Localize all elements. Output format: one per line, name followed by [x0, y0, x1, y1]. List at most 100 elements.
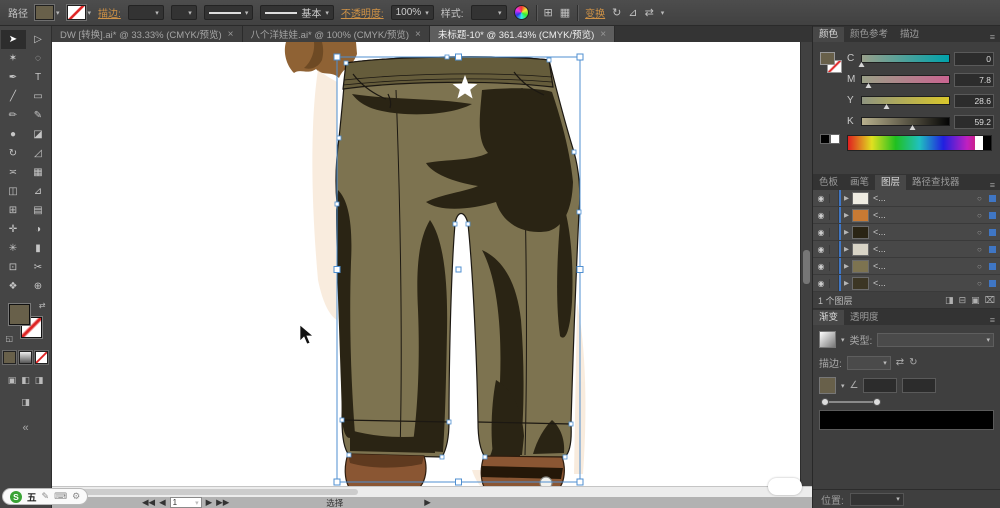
layer-row[interactable]: ◉ ▶ <... ○	[813, 275, 1000, 292]
tab-gradient[interactable]: 渐变	[813, 310, 844, 325]
transform-panel-link[interactable]: 变换	[585, 5, 605, 20]
target-icon[interactable]: ○	[977, 279, 989, 288]
expand-icon[interactable]: ▶	[841, 245, 852, 253]
brush-definition-dropdown[interactable]: 基本 ▾	[260, 5, 334, 20]
color-button[interactable]	[3, 351, 16, 364]
expand-icon[interactable]: ▶	[841, 211, 852, 219]
none-button[interactable]	[35, 351, 48, 364]
cyan-value-field[interactable]: 0	[954, 52, 994, 66]
tool-line-segment[interactable]: ╱	[1, 87, 26, 106]
expand-icon[interactable]: ▶	[841, 228, 852, 236]
width-profile-dropdown[interactable]: ▾	[204, 5, 254, 20]
yellow-value-field[interactable]: 28.6	[954, 94, 994, 108]
ime-mode-button[interactable]: 五	[27, 490, 37, 504]
visibility-eye-icon[interactable]: ◉	[813, 245, 830, 254]
visibility-eye-icon[interactable]: ◉	[813, 262, 830, 271]
tool-mesh[interactable]: ⊞	[1, 201, 26, 220]
rotate-icon[interactable]: ↻	[612, 6, 621, 19]
layer-row[interactable]: ◉ ▶ <... ○	[813, 190, 1000, 207]
slider-handle[interactable]	[910, 125, 916, 130]
swap-fill-stroke-icon[interactable]: ⇄	[39, 301, 46, 310]
style-dropdown[interactable]: ▾	[471, 5, 507, 20]
recolor-artwork-icon[interactable]	[514, 5, 529, 20]
expand-icon[interactable]: ▶	[841, 262, 852, 270]
prev-artboard-icon[interactable]: ◀	[159, 497, 166, 508]
panel-menu-icon[interactable]: ≡	[985, 180, 1000, 190]
layer-row[interactable]: ◉ ▶ <... ○	[813, 241, 1000, 258]
gradient-stop[interactable]	[873, 398, 881, 406]
target-icon[interactable]: ○	[977, 228, 989, 237]
magenta-value-field[interactable]: 7.8	[954, 73, 994, 87]
first-artboard-icon[interactable]: ◀◀	[142, 497, 155, 508]
tab-untitled-10[interactable]: 未标题-10* @ 361.43% (CMYK/预览) ×	[430, 26, 615, 42]
black-slider[interactable]	[861, 117, 950, 126]
tool-symbol-sprayer[interactable]: ✳	[1, 239, 26, 258]
shoes[interactable]	[345, 454, 564, 486]
selection-chip[interactable]	[989, 212, 996, 219]
selection-chip[interactable]	[989, 229, 996, 236]
artboard-canvas[interactable]	[52, 42, 800, 486]
tool-slice[interactable]: ✂	[26, 258, 51, 277]
tool-magic-wand[interactable]: ✶	[1, 49, 26, 68]
layer-row[interactable]: ◉ ▶ <... ○	[813, 207, 1000, 224]
vertical-scrollbar[interactable]	[800, 42, 812, 486]
tool-blob-brush[interactable]: ●	[1, 125, 26, 144]
gradient-aspect-field[interactable]	[902, 378, 936, 393]
draw-inside-icon[interactable]: ◨	[35, 375, 44, 386]
visibility-eye-icon[interactable]: ◉	[813, 211, 830, 220]
tab-transparency[interactable]: 透明度	[844, 310, 885, 325]
slider-handle[interactable]	[859, 62, 865, 67]
expand-icon[interactable]: ▶	[841, 194, 852, 202]
default-fill-stroke-icon[interactable]: ◱	[6, 334, 14, 343]
visibility-eye-icon[interactable]: ◉	[813, 279, 830, 288]
tool-pencil[interactable]: ✎	[26, 106, 51, 125]
flip-icon[interactable]: ⇄	[645, 6, 654, 19]
gradient-preview-swatch[interactable]	[819, 331, 836, 348]
stroke-profile-dropdown[interactable]: ▾	[171, 5, 197, 20]
fill-indicator[interactable]	[9, 304, 30, 325]
tool-hand[interactable]: ❖	[1, 277, 26, 296]
chevron-down-icon[interactable]: ▾	[841, 382, 845, 390]
black-ramp-end[interactable]	[983, 136, 991, 150]
gradient-angle-field[interactable]	[863, 378, 897, 393]
tool-selection[interactable]: ➤	[1, 30, 26, 49]
tool-eraser[interactable]: ◪	[26, 125, 51, 144]
align-icon[interactable]: ⊞	[544, 6, 553, 19]
black-value-field[interactable]: 59.2	[954, 115, 994, 129]
reverse-gradient-icon[interactable]: ⇄	[896, 357, 904, 368]
tool-width[interactable]: ≍	[1, 163, 26, 182]
lock-cell[interactable]	[830, 275, 839, 291]
tool-lasso[interactable]: ◌	[26, 49, 51, 68]
white-ramp-end[interactable]	[975, 136, 983, 150]
tool-shape-builder[interactable]: ◫	[1, 182, 26, 201]
stroke-width-dropdown[interactable]: ▾	[128, 5, 164, 20]
target-icon[interactable]: ○	[977, 211, 989, 220]
vertical-scrollbar-thumb[interactable]	[803, 250, 810, 284]
new-sublayer-icon[interactable]: ⊟	[959, 295, 967, 306]
close-icon[interactable]: ×	[600, 29, 606, 40]
tab-dolls[interactable]: 八个洋娃娃.ai* @ 100% (CMYK/预览) ×	[243, 26, 430, 42]
next-artboard-icon[interactable]: ▶	[206, 497, 213, 508]
tab-dw[interactable]: DW [转换].ai* @ 33.33% (CMYK/预览) ×	[52, 26, 243, 42]
tab-color[interactable]: 颜色	[813, 27, 844, 42]
panel-menu-icon[interactable]: ≡	[985, 32, 1000, 42]
target-icon[interactable]: ○	[977, 262, 989, 271]
tool-rotate[interactable]: ↻	[1, 144, 26, 163]
target-icon[interactable]: ○	[977, 245, 989, 254]
rotate-gradient-icon[interactable]: ↻	[909, 357, 917, 368]
slider-handle[interactable]	[884, 104, 890, 109]
tool-paintbrush[interactable]: ✏	[1, 106, 26, 125]
tool-blend[interactable]: ◑	[26, 220, 51, 239]
expand-icon[interactable]: ▶	[841, 279, 852, 287]
selection-chip[interactable]	[989, 280, 996, 287]
white-swatch[interactable]	[830, 134, 840, 144]
chevron-down-icon[interactable]: ▾	[841, 336, 845, 344]
tool-gradient[interactable]: ▤	[26, 201, 51, 220]
panel-fill-swatch[interactable]	[820, 52, 835, 65]
lock-cell[interactable]	[830, 258, 839, 274]
tab-layers[interactable]: 图层	[875, 175, 906, 190]
tool-free-transform[interactable]: ▦	[26, 163, 51, 182]
shear-icon[interactable]: ⊿	[628, 6, 637, 19]
new-layer-icon[interactable]: ▣	[971, 295, 980, 306]
lock-cell[interactable]	[830, 224, 839, 240]
